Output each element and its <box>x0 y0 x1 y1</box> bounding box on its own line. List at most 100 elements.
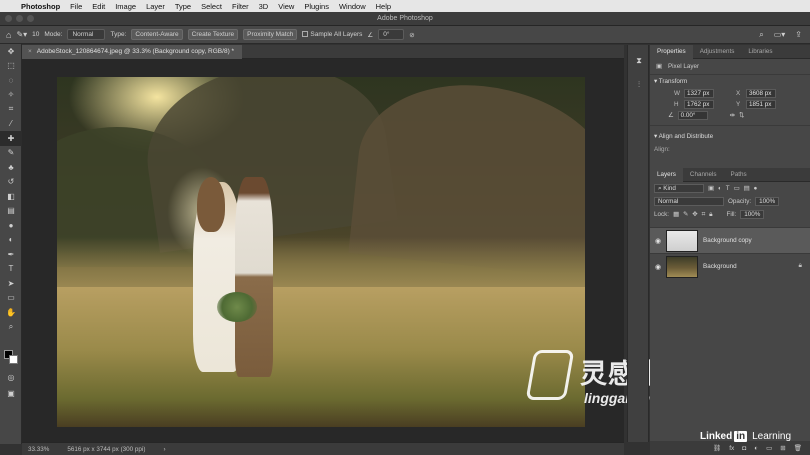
type-tool-icon[interactable]: T <box>0 262 22 277</box>
properties-panel-icon[interactable]: ⫶ <box>628 77 650 93</box>
fill-input[interactable]: 100% <box>740 210 765 219</box>
gradient-tool-icon[interactable]: ▤ <box>0 204 22 219</box>
kind-filter-select[interactable]: ⌕ Kind <box>654 184 704 193</box>
home-icon[interactable]: ⌂ <box>6 30 11 40</box>
history-panel-icon[interactable]: ⧗ <box>628 53 650 69</box>
new-layer-icon[interactable]: ⊞ <box>780 444 785 452</box>
tab-adjustments[interactable]: Adjustments <box>693 45 742 59</box>
filter-toggle-icon[interactable]: ● <box>754 185 758 192</box>
screen-mode-icon[interactable]: ▣ <box>0 386 22 401</box>
eraser-tool-icon[interactable]: ◧ <box>0 189 22 204</box>
healing-brush-preset-icon[interactable]: ✎▾ <box>16 30 27 39</box>
document-tab[interactable]: × AdobeStock_120864674.jpeg @ 33.3% (Back… <box>22 45 243 59</box>
flip-vertical-icon[interactable]: ⇅ <box>739 112 744 119</box>
tab-channels[interactable]: Channels <box>683 168 724 182</box>
lock-all-icon[interactable]: 🔒︎ <box>709 211 712 219</box>
marquee-tool-icon[interactable]: ⬚ <box>0 59 22 74</box>
lock-position-icon[interactable]: ✥ <box>692 211 697 218</box>
layer-lock-icon[interactable]: 🔒︎ <box>799 262 802 270</box>
proximity-match-button[interactable]: Proximity Match <box>243 29 298 40</box>
crop-tool-icon[interactable]: ⌗ <box>0 102 22 117</box>
menu-edit[interactable]: Edit <box>87 2 110 11</box>
brush-tool-icon[interactable]: ✎ <box>0 146 22 161</box>
zoom-level[interactable]: 33.33% <box>28 446 49 453</box>
zoom-window-button[interactable] <box>27 15 34 22</box>
layer-row[interactable]: ◉ Background 🔒︎ <box>650 253 810 279</box>
menu-file[interactable]: File <box>65 2 87 11</box>
workspace-icon[interactable]: ▭▾ <box>774 30 786 40</box>
content-aware-button[interactable]: Content-Aware <box>131 29 183 40</box>
filter-pixel-icon[interactable]: ▣ <box>708 185 714 192</box>
height-input[interactable]: 1762 px <box>684 100 714 109</box>
menu-plugins[interactable]: Plugins <box>299 2 334 11</box>
hand-tool-icon[interactable]: ✋ <box>0 305 22 320</box>
angle-input[interactable]: 0.00° <box>677 111 708 120</box>
sample-all-layers-checkbox[interactable]: Sample All Layers <box>302 31 362 38</box>
document-image[interactable] <box>57 77 585 427</box>
move-tool-icon[interactable]: ✥ <box>0 44 22 59</box>
dodge-tool-icon[interactable]: ◐ <box>0 233 22 248</box>
visibility-eye-icon[interactable]: ◉ <box>650 263 666 271</box>
pressure-icon[interactable]: ⊘ <box>409 31 414 39</box>
layer-style-icon[interactable]: fx <box>729 445 734 452</box>
visibility-eye-icon[interactable]: ◉ <box>650 237 666 245</box>
layer-name[interactable]: Background copy <box>703 237 752 244</box>
lock-transparency-icon[interactable]: ▦ <box>673 211 679 218</box>
tab-libraries[interactable]: Libraries <box>741 45 779 59</box>
menu-select[interactable]: Select <box>196 2 227 11</box>
share-icon[interactable]: ⇪ <box>795 30 802 40</box>
background-color-swatch[interactable] <box>9 355 18 364</box>
new-adjustment-icon[interactable]: ◐ <box>754 445 758 452</box>
eyedropper-tool-icon[interactable]: ⁄ <box>0 117 22 132</box>
quick-selection-tool-icon[interactable]: ✧ <box>0 88 22 103</box>
layer-row[interactable]: ◉ Background copy <box>650 227 810 253</box>
menu-layer[interactable]: Layer <box>141 2 170 11</box>
tab-layers[interactable]: Layers <box>650 167 683 182</box>
add-mask-icon[interactable]: ◘ <box>742 445 746 452</box>
zoom-tool-icon[interactable]: ⌕ <box>0 320 22 335</box>
close-tab-icon[interactable]: × <box>28 48 32 55</box>
status-chevron-icon[interactable]: › <box>163 446 165 453</box>
menu-3d[interactable]: 3D <box>254 2 274 11</box>
y-input[interactable]: 1851 px <box>746 100 776 109</box>
menu-type[interactable]: Type <box>170 2 196 11</box>
layer-name[interactable]: Background <box>703 263 737 270</box>
align-section-header[interactable]: ▾ Align and Distribute <box>650 130 810 143</box>
menu-help[interactable]: Help <box>371 2 396 11</box>
menu-filter[interactable]: Filter <box>227 2 254 11</box>
close-window-button[interactable] <box>5 15 12 22</box>
flip-horizontal-icon[interactable]: ⇹ <box>730 112 735 119</box>
create-texture-button[interactable]: Create Texture <box>187 29 239 40</box>
filter-adjustment-icon[interactable]: ◐ <box>718 185 722 192</box>
shape-tool-icon[interactable]: ▭ <box>0 291 22 306</box>
pen-tool-icon[interactable]: ✒ <box>0 247 22 262</box>
brush-size[interactable]: 10 <box>32 31 39 38</box>
menu-window[interactable]: Window <box>334 2 371 11</box>
angle-input[interactable]: 0° <box>378 29 405 40</box>
menu-view[interactable]: View <box>273 2 299 11</box>
lasso-tool-icon[interactable]: ◌ <box>0 73 22 88</box>
tab-properties[interactable]: Properties <box>650 44 693 59</box>
transform-section-header[interactable]: ▾ Transform <box>650 75 810 88</box>
width-input[interactable]: 1327 px <box>684 89 714 98</box>
menu-image[interactable]: Image <box>110 2 141 11</box>
lock-pixels-icon[interactable]: ✎ <box>683 211 688 218</box>
minimize-window-button[interactable] <box>16 15 23 22</box>
menu-photoshop[interactable]: Photoshop <box>16 2 65 11</box>
healing-brush-tool-icon[interactable]: ✚ <box>0 131 22 146</box>
mode-select[interactable]: Normal <box>67 29 106 40</box>
clone-stamp-tool-icon[interactable]: ♣ <box>0 160 22 175</box>
filter-smart-object-icon[interactable]: ▤ <box>744 185 750 192</box>
lock-artboard-icon[interactable]: ⌗ <box>702 211 706 219</box>
new-group-icon[interactable]: ▭ <box>766 444 772 452</box>
blend-mode-select[interactable]: Normal <box>654 197 724 206</box>
quick-mask-icon[interactable]: ◎ <box>0 370 22 385</box>
delete-layer-icon[interactable]: 🗑︎ <box>794 444 802 452</box>
filter-type-icon[interactable]: T <box>726 185 730 192</box>
tab-paths[interactable]: Paths <box>724 168 754 182</box>
history-brush-tool-icon[interactable]: ↺ <box>0 175 22 190</box>
search-icon[interactable]: ⌕ <box>759 30 763 40</box>
x-input[interactable]: 3608 px <box>746 89 776 98</box>
path-selection-tool-icon[interactable]: ➤ <box>0 276 22 291</box>
blur-tool-icon[interactable]: ● <box>0 218 22 233</box>
